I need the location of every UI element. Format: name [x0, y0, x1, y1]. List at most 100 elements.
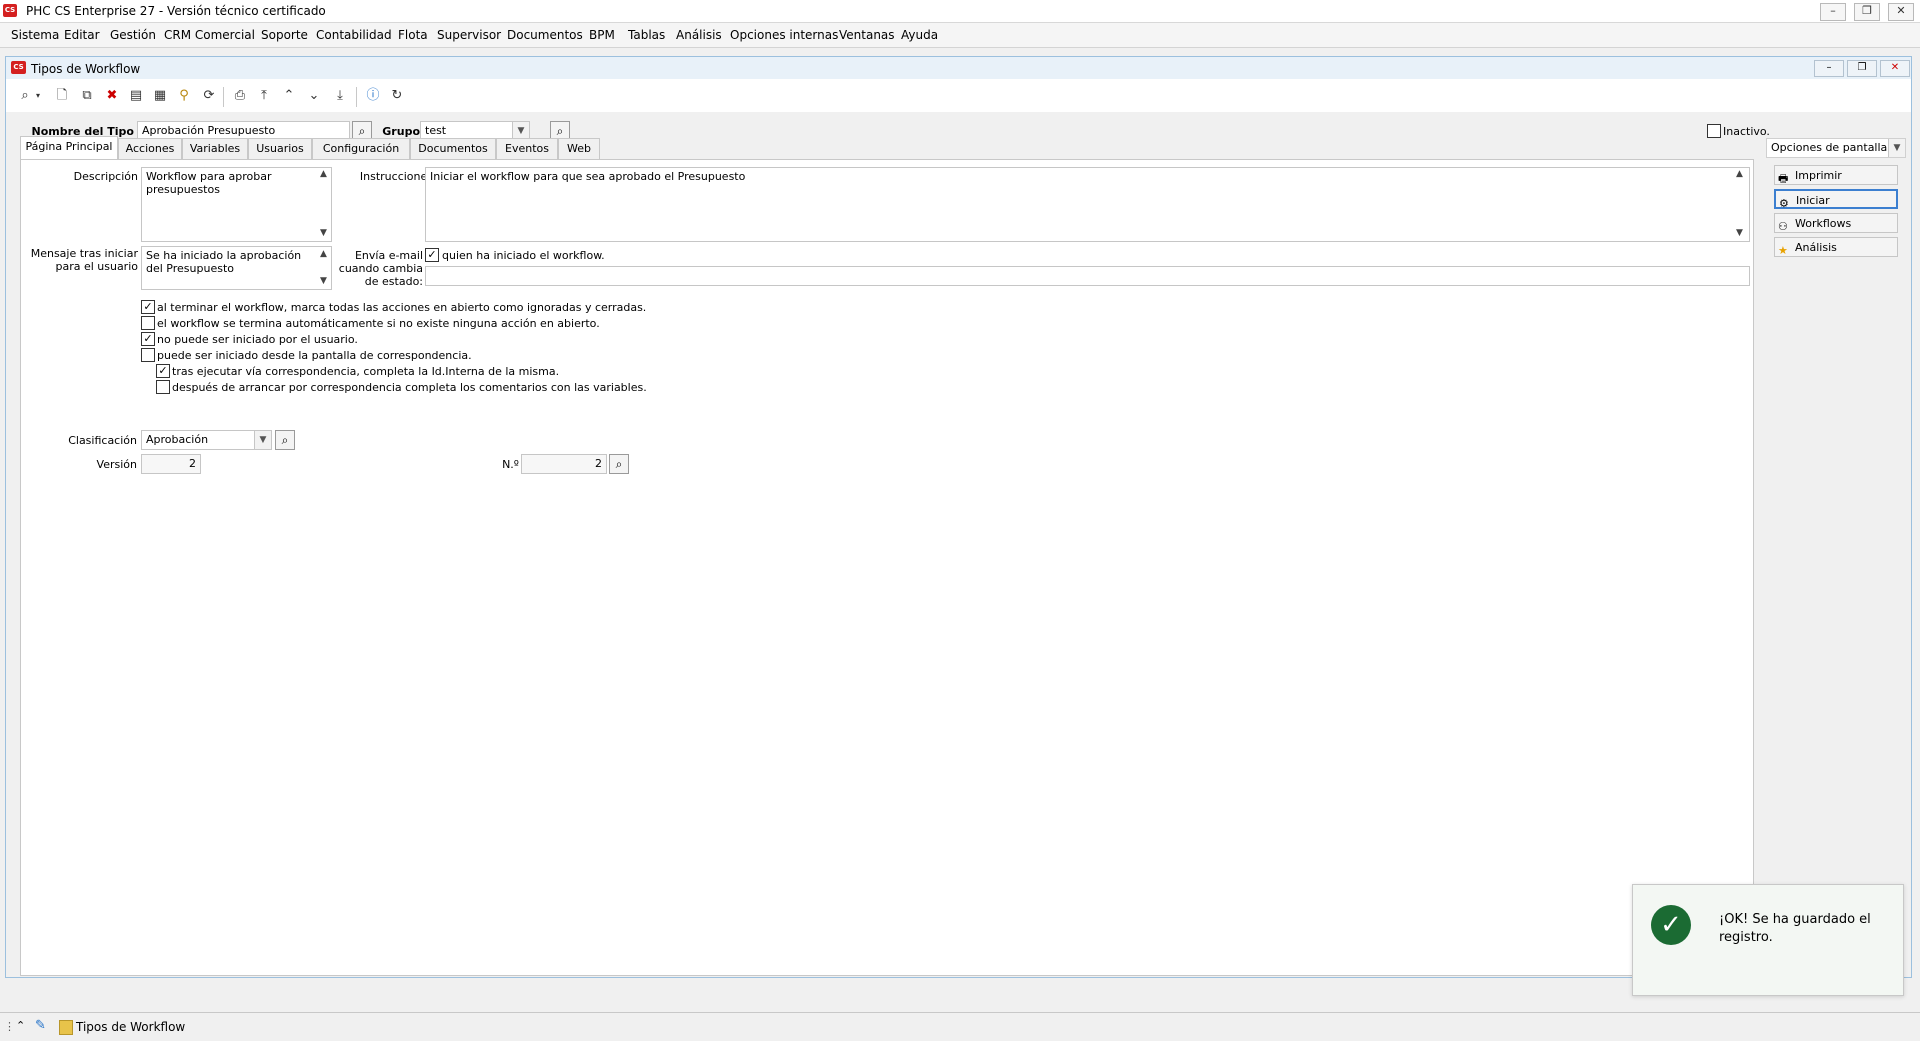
cb-termina-automatico[interactable] — [141, 316, 155, 330]
clasificacion-search-button[interactable]: ⌕ — [275, 430, 295, 450]
menu-contabilidad[interactable]: Contabilidad — [316, 28, 392, 42]
app-logo: CS — [3, 4, 17, 17]
inactivo-checkbox[interactable] — [1707, 124, 1721, 138]
menu-documentos[interactable]: Documentos — [507, 28, 583, 42]
last-record-icon[interactable]: ⤓ — [331, 87, 349, 105]
envia-label-3: de estado: — [364, 275, 423, 288]
menu-flota[interactable]: Flota — [398, 28, 428, 42]
taskbar-window-item[interactable]: Tipos de Workflow — [76, 1020, 185, 1034]
delete-icon[interactable]: ✖ — [103, 87, 121, 105]
scroll-up-icon[interactable]: ▲ — [316, 249, 331, 259]
cb-completa-id-interna[interactable]: ✓ — [156, 364, 170, 378]
menu-crm[interactable]: CRM Comercial — [164, 28, 255, 42]
tab-configuracion[interactable]: Configuración — [312, 138, 410, 159]
toolbar-separator — [356, 87, 357, 107]
imprimir-label: Imprimir — [1795, 169, 1842, 182]
scroll-up-icon[interactable]: ▲ — [1732, 169, 1747, 179]
screen-options-panel: Opciones de pantalla ▼ 🖶 Imprimir ⚙ Inicia… — [1762, 112, 1906, 974]
imprimir-button[interactable]: 🖶 Imprimir — [1774, 165, 1898, 185]
analisis-label: Análisis — [1795, 241, 1837, 254]
envia-iniciador-checkbox[interactable]: ✓ — [425, 248, 439, 262]
success-toast[interactable]: ✓ ¡OK! Se ha guardado el registro. — [1632, 884, 1904, 996]
tab-web[interactable]: Web — [558, 138, 600, 159]
menu-analisis[interactable]: Análisis — [676, 28, 722, 42]
tab-usuarios[interactable]: Usuarios — [248, 138, 312, 159]
mensaje-label-2: para el usuario — [55, 260, 138, 273]
mensaje-textarea[interactable]: Se ha iniciado la aprobación del Presupu… — [141, 246, 332, 290]
folder-icon — [59, 1020, 73, 1035]
dropdown-arrow-icon[interactable]: ▾ — [33, 87, 43, 105]
instrucciones-textarea[interactable]: Iniciar el workflow para que sea aprobad… — [425, 167, 1750, 242]
analisis-button[interactable]: ★ Análisis — [1774, 237, 1898, 257]
edit-icon[interactable]: ✎ — [35, 1018, 46, 1033]
envia-estado-input[interactable] — [425, 266, 1750, 286]
restore-button[interactable]: ❐ — [1854, 3, 1880, 21]
chevron-down-icon[interactable]: ▼ — [1888, 139, 1905, 157]
screen-options-select[interactable]: Opciones de pantalla ▼ — [1766, 138, 1906, 158]
first-record-icon[interactable]: ⤒ — [255, 87, 273, 105]
tab-eventos[interactable]: Eventos — [496, 138, 558, 159]
cb-iniciado-correspondencia[interactable] — [141, 348, 155, 362]
menu-gestion[interactable]: Gestión — [110, 28, 156, 42]
minimize-button[interactable]: – — [1820, 3, 1846, 21]
grupo-label: Grupo — [382, 125, 420, 138]
menu-opciones-internas[interactable]: Opciones internas — [730, 28, 838, 42]
menu-bpm[interactable]: BPM — [589, 28, 615, 42]
help-icon[interactable]: ⓘ — [364, 87, 382, 105]
previous-record-icon[interactable]: ⌃ — [280, 87, 298, 105]
refresh-icon[interactable]: ⟳ — [200, 87, 218, 105]
menu-soporte[interactable]: Soporte — [261, 28, 308, 42]
iniciar-button[interactable]: ⚙ Iniciar — [1774, 189, 1898, 210]
envia-label-2: cuando cambia — [338, 262, 423, 275]
menu-supervisor[interactable]: Supervisor — [437, 28, 501, 42]
cb-completa-comentarios[interactable] — [156, 380, 170, 394]
numero-input[interactable]: 2 — [521, 454, 607, 474]
tab-documentos[interactable]: Documentos — [410, 138, 496, 159]
menu-sistema[interactable]: Sistema — [11, 28, 59, 42]
scroll-down-icon[interactable]: ▼ — [1732, 228, 1747, 238]
filter-search-icon[interactable]: ⚲ — [175, 87, 193, 105]
workflows-button[interactable]: ⚇ Workflows — [1774, 213, 1898, 233]
cb-no-iniciado-usuario[interactable]: ✓ — [141, 332, 155, 346]
tab-acciones[interactable]: Acciones — [118, 138, 182, 159]
preview-icon[interactable]: ⎙ — [231, 87, 249, 105]
cb-no-iniciado-usuario-label: no puede ser iniciado por el usuario. — [157, 333, 358, 346]
clasificacion-value: Aprobación — [146, 433, 209, 446]
grid-view-icon[interactable]: ▦ — [151, 87, 169, 105]
cb-termina-automatico-label: el workflow se termina automáticamente s… — [157, 317, 600, 330]
chevron-down-icon[interactable]: ▼ — [254, 431, 271, 449]
search-icon[interactable]: ⌕ — [16, 87, 34, 105]
child-close-button[interactable]: ✕ — [1880, 60, 1910, 77]
child-minimize-button[interactable]: – — [1814, 60, 1844, 77]
workflow-types-window: CS Tipos de Workflow – ❐ ✕ ⌕ ▾ 🗋 ⧉ ✖ ▤ ▦… — [5, 56, 1912, 978]
scroll-up-icon[interactable]: ▲ — [316, 169, 331, 179]
toast-message: ¡OK! Se ha guardado el registro. — [1719, 912, 1871, 945]
menu-editar[interactable]: Editar — [64, 28, 100, 42]
sync-icon[interactable]: ↻ — [388, 87, 406, 105]
numero-label: N.º — [502, 458, 519, 471]
close-button[interactable]: ✕ — [1888, 3, 1914, 21]
scroll-down-icon[interactable]: ▼ — [316, 276, 331, 286]
tab-variables[interactable]: Variables — [182, 138, 248, 159]
form-view-icon[interactable]: ▤ — [127, 87, 145, 105]
scroll-down-icon[interactable]: ▼ — [316, 228, 331, 238]
menu-ventanas[interactable]: Ventanas — [839, 28, 895, 42]
descripcion-label: Descripción — [73, 170, 138, 183]
descripcion-textarea[interactable]: Workflow para aprobar presupuestos — [141, 167, 332, 242]
copy-document-icon[interactable]: ⧉ — [78, 87, 96, 105]
cb-marca-ignoradas[interactable]: ✓ — [141, 300, 155, 314]
version-input[interactable]: 2 — [141, 454, 201, 474]
envia-label-1: Envía e-mail — [354, 249, 423, 262]
menu-ayuda[interactable]: Ayuda — [901, 28, 938, 42]
next-record-icon[interactable]: ⌄ — [305, 87, 323, 105]
tab-pagina-principal[interactable]: Página Principal — [20, 136, 118, 159]
child-restore-button[interactable]: ❐ — [1847, 60, 1877, 77]
menu-tablas[interactable]: Tablas — [628, 28, 665, 42]
numero-search-button[interactable]: ⌕ — [609, 454, 629, 474]
clasificacion-select[interactable]: Aprobación ▼ — [141, 430, 272, 450]
printer-icon: 🖶 — [1778, 172, 1789, 185]
toolbar-separator — [223, 87, 224, 107]
window-taskbar: ⋮ ⌃ ✎ Tipos de Workflow — [0, 1012, 1920, 1041]
chevron-up-icon[interactable]: ⌃ — [16, 1019, 25, 1032]
new-document-icon[interactable]: 🗋 — [53, 87, 71, 105]
